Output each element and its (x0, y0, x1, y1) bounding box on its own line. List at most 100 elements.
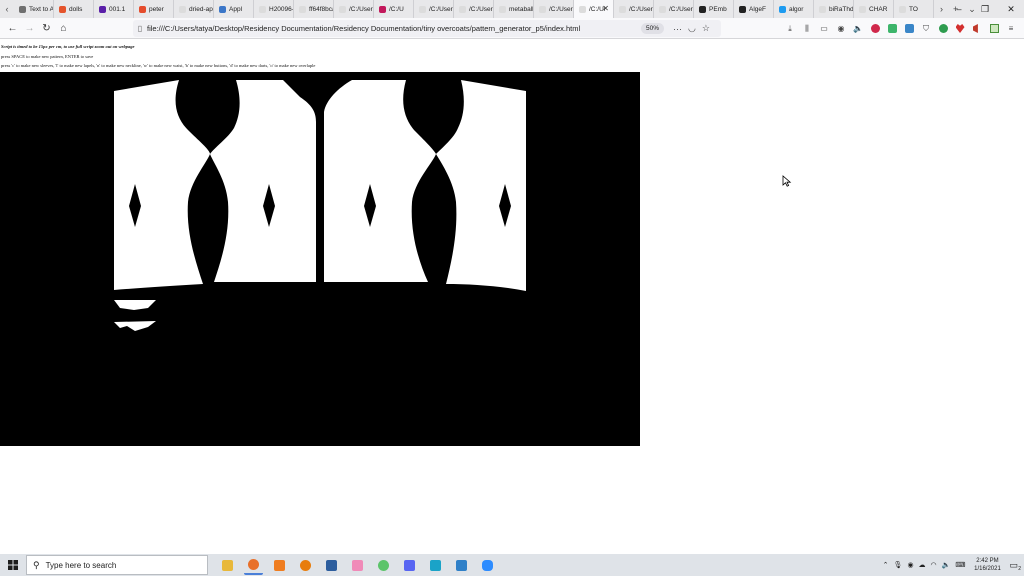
browser-tab[interactable]: /C:/Users (414, 0, 454, 18)
sidebar-icon[interactable]: ▭ (817, 22, 831, 36)
app-teal-icon[interactable] (426, 556, 445, 575)
tab-label: /C:/Users (629, 5, 654, 13)
reload-icon[interactable]: ↻ (38, 20, 55, 37)
instruction-line-2: press SPACE to make new pattern, ENTER t… (1, 54, 94, 59)
browser-tab[interactable]: /C:/U (374, 0, 414, 18)
shield-icon[interactable]: ⛉ (919, 22, 933, 36)
instruction-line-1: Script is timed to be 15px per cm, to us… (1, 44, 135, 49)
extension-badge-icon[interactable] (902, 22, 916, 36)
tab-strip: Text to AS dolls 001.1 peter dried-app Appl H2… (14, 0, 934, 18)
browser-tab[interactable]: peter (134, 0, 174, 18)
pattern-piece-right-back (436, 80, 526, 291)
notifications-icon[interactable]: ▭ 2 (1009, 560, 1021, 572)
tab-label: ff64f8bca (309, 5, 334, 13)
app-green-icon[interactable] (374, 556, 393, 575)
discord-icon[interactable] (400, 556, 419, 575)
sound-icon[interactable]: 🔈 (851, 22, 865, 36)
tab-scroll-right-icon[interactable]: › (940, 4, 943, 14)
inkscape-icon[interactable] (322, 556, 341, 575)
extension-megaphone-icon[interactable] (970, 22, 984, 36)
cloud-icon[interactable]: ☁ (919, 561, 926, 569)
show-hidden-icons-icon[interactable]: ⌃ (883, 561, 889, 569)
browser-tab[interactable]: /C:/Users (534, 0, 574, 18)
taskbar-search-placeholder: Type here to search (45, 560, 117, 570)
tab-favicon-icon (539, 5, 546, 13)
extension-check-icon[interactable] (936, 22, 950, 36)
browser-tab[interactable]: ff64f8bca (294, 0, 334, 18)
firefox-icon[interactable] (244, 556, 263, 575)
wifi-icon[interactable]: ◠ (931, 561, 937, 569)
browser-tab[interactable]: /C:/Users (654, 0, 694, 18)
browser-tab[interactable]: PEmb (694, 0, 734, 18)
taskbar-clock[interactable]: 2:42 PM 1/16/2021 (970, 557, 1004, 573)
page-info-icon[interactable]: ▯ (133, 24, 147, 33)
browser-tab[interactable]: dried-app (174, 0, 214, 18)
downloads-icon[interactable]: ⤓ (783, 22, 797, 36)
browser-tab[interactable]: metaball (494, 0, 534, 18)
zoom-icon[interactable] (478, 556, 497, 575)
browser-tab[interactable]: 001.1 (94, 0, 134, 18)
tab-label: Appl (229, 5, 243, 13)
url-bar[interactable]: ▯ file:///C:/Users/tatya/Desktop/Residen… (133, 20, 721, 37)
tab-label: /C:/Users (549, 5, 574, 13)
browser-tab[interactable]: CHAR (854, 0, 894, 18)
extension-red-icon[interactable] (868, 22, 882, 36)
app-tray-icon[interactable]: ◉ (907, 561, 913, 569)
pocket-icon[interactable]: ◡ (688, 23, 696, 34)
tab-favicon-icon (259, 5, 266, 13)
browser-tab[interactable]: H20096-L (254, 0, 294, 18)
close-window-icon[interactable]: ✕ (998, 0, 1024, 18)
extension-green-icon[interactable] (885, 22, 899, 36)
volume-icon[interactable]: 🔈 (942, 561, 951, 569)
browser-tab[interactable]: /C:/Users (614, 0, 654, 18)
file-explorer-icon[interactable] (218, 556, 237, 575)
browser-tab[interactable]: /C:/Users (334, 0, 374, 18)
maximize-icon[interactable]: ❐ (972, 0, 998, 18)
account-icon[interactable]: ◉ (834, 22, 848, 36)
minimize-icon[interactable]: – (946, 0, 972, 18)
tab-label: 001.1 (109, 5, 126, 13)
photos-icon[interactable] (452, 556, 471, 575)
extension-box-icon[interactable] (987, 22, 1001, 36)
app-pink-icon[interactable] (348, 556, 367, 575)
browser-tab[interactable]: Appl (214, 0, 254, 18)
keyboard-icon[interactable]: ⌨ (955, 561, 965, 569)
browser-tab[interactable]: TO (894, 0, 934, 18)
windows-start-icon[interactable] (0, 554, 26, 576)
tab-label: /C:/Users (469, 5, 494, 13)
back-arrow-icon[interactable]: ← (4, 20, 21, 37)
blender-icon[interactable] (296, 556, 315, 575)
tab-scroll-left-icon[interactable]: ‹ (0, 4, 14, 14)
microphone-icon[interactable]: 🎙 (894, 561, 903, 569)
clock-time: 2:42 PM (976, 558, 999, 564)
browser-tab[interactable]: AlgeF (734, 0, 774, 18)
home-icon[interactable]: ⌂ (55, 20, 72, 37)
tab-active[interactable]: /C:/Ui ✕ (574, 0, 614, 18)
url-text[interactable]: file:///C:/Users/tatya/Desktop/Residency… (147, 24, 580, 33)
tab-close-icon[interactable]: ✕ (602, 4, 609, 13)
library-icon[interactable]: ⫼ (800, 22, 814, 36)
tab-favicon-icon (419, 5, 426, 13)
menu-hamburger-icon[interactable]: ≡ (1004, 22, 1018, 36)
tab-favicon-icon (899, 5, 906, 13)
system-tray: ⌃ 🎙 ◉ ☁ ◠ 🔈 ⌨ 2:42 PM 1/16/2021 ▭ 2 (883, 554, 1024, 576)
sublime-text-icon[interactable] (270, 556, 289, 575)
taskbar-apps (208, 556, 497, 575)
browser-tab[interactable]: /C:/Users (454, 0, 494, 18)
browser-tab[interactable]: algor (774, 0, 814, 18)
taskbar-search-box[interactable]: ⚲ Type here to search (26, 555, 208, 575)
pattern-canvas[interactable] (0, 72, 640, 446)
tab-favicon-icon (139, 5, 146, 13)
tab-favicon-icon (779, 5, 786, 13)
tab-label: /C:/U (389, 5, 404, 13)
browser-tab[interactable]: dolls (54, 0, 94, 18)
tab-label: CHAR (869, 5, 888, 13)
forward-arrow-icon[interactable]: → (21, 20, 38, 37)
zoom-level-badge[interactable]: 50% (641, 23, 665, 34)
bookmark-star-icon[interactable]: ☆ (702, 23, 710, 34)
collar-piece-1 (114, 300, 156, 310)
extension-heart-icon[interactable] (953, 22, 967, 36)
page-actions-icon[interactable]: ··· (673, 24, 682, 34)
browser-tab[interactable]: Text to AS (14, 0, 54, 18)
browser-tab[interactable]: biRaThday (814, 0, 854, 18)
